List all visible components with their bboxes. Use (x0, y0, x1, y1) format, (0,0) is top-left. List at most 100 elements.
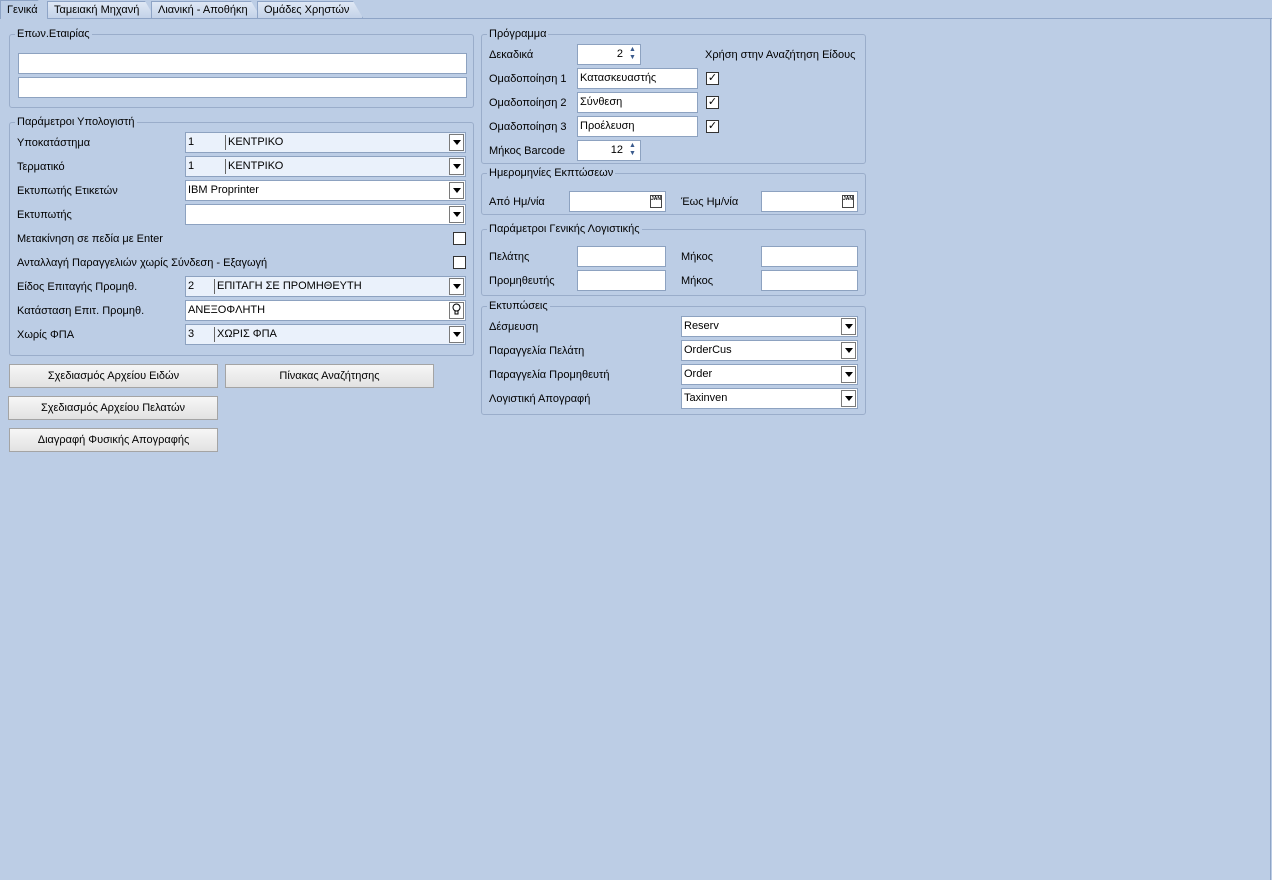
print-reserve-value: Reserv (684, 320, 719, 332)
items-file-design-button[interactable]: Σχεδιασμός Αρχείου Ειδών (9, 364, 218, 388)
terminal-separator (225, 159, 226, 174)
no-vat-separator (214, 327, 215, 342)
supplier-length-input[interactable] (761, 270, 858, 291)
decimals-label: Δεκαδικά (489, 49, 534, 61)
customer-account-input[interactable] (577, 246, 666, 267)
tab-general[interactable]: Γενικά (0, 0, 48, 19)
branch-desc: ΚΕΝΤΡΙΚΟ (228, 136, 284, 148)
lookup-table-button[interactable]: Πίνακας Αναζήτησης (225, 364, 434, 388)
customers-file-design-button[interactable]: Σχεδιασμός Αρχείου Πελατών (8, 396, 218, 420)
grouping-3-label: Ομαδοποίηση 3 (489, 121, 567, 133)
chevron-down-icon[interactable] (449, 182, 464, 199)
print-reserve-select[interactable]: Reserv (681, 316, 858, 337)
tab-retail-warehouse[interactable]: Λιανική - Αποθήκη (151, 1, 261, 18)
decimals-value: 2 (616, 48, 623, 60)
print-customer-order-select[interactable]: OrderCus (681, 340, 858, 361)
customer-account-label: Πελάτης (489, 251, 530, 263)
company-name-line1-input[interactable] (18, 53, 467, 74)
date-from-label: Από Ημ/νία (489, 196, 545, 208)
print-accounting-inventory-value: Taxinven (684, 392, 728, 404)
branch-combo[interactable]: 1 ΚΕΝΤΡΙΚΟ (185, 132, 466, 153)
date-to-label: Έως Ημ/νία (681, 196, 739, 208)
search-usage-label: Χρήση στην Αναζήτηση Είδους (705, 49, 856, 61)
chevron-down-icon[interactable] (841, 318, 856, 335)
discount-dates-group-title: Ημερομηνίες Εκπτώσεων (487, 167, 616, 180)
computer-params-group-title: Παράμετροι Υπολογιστή (15, 116, 137, 129)
grouping-1-input[interactable]: Κατασκευαστής (577, 68, 698, 89)
terminal-label: Τερματικό (17, 161, 65, 173)
supplier-cheque-type-label: Είδος Επιταγής Προμηθ. (17, 281, 138, 293)
terminal-desc: ΚΕΝΤΡΙΚΟ (228, 160, 284, 172)
delete-physical-inventory-button[interactable]: Διαγραφή Φυσικής Απογραφής (9, 428, 218, 452)
enter-move-checkbox[interactable] (453, 232, 466, 245)
grouping-2-checkbox[interactable]: ✓ (706, 96, 719, 109)
tab-bar-line (0, 18, 1272, 19)
date-to-input[interactable]: JAN (761, 191, 858, 212)
spin-icon[interactable]: ▲ ▼ (626, 46, 639, 63)
chevron-down-icon[interactable] (841, 366, 856, 383)
chevron-down-icon[interactable] (841, 342, 856, 359)
no-vat-combo[interactable]: 3 ΧΩΡΙΣ ΦΠΑ (185, 324, 466, 345)
chevron-down-icon[interactable] (449, 134, 464, 151)
supplier-cheque-type-combo[interactable]: 2 ΕΠΙΤΑΓΗ ΣΕ ΠΡΟΜΗΘΕΥΤΗ (185, 276, 466, 297)
print-supplier-order-label: Παραγγελία Προμηθευτή (489, 369, 610, 381)
terminal-combo[interactable]: 1 ΚΕΝΤΡΙΚΟ (185, 156, 466, 177)
grouping-2-input[interactable]: Σύνθεση (577, 92, 698, 113)
grouping-2-label: Ομαδοποίηση 2 (489, 97, 567, 109)
spin-icon[interactable]: ▲ ▼ (626, 142, 639, 159)
supplier-cheque-status-input[interactable]: ΑΝΕΞΟΦΛΗΤΗ (185, 300, 466, 321)
print-accounting-inventory-select[interactable]: Taxinven (681, 388, 858, 409)
printer-label: Εκτυπωτής (17, 209, 72, 221)
calendar-icon[interactable]: JAN (842, 195, 854, 208)
grouping-1-label: Ομαδοποίηση 1 (489, 73, 567, 85)
chevron-down-icon[interactable] (449, 326, 464, 343)
supplier-cheque-status-label: Κατάσταση Επιτ. Προμηθ. (17, 305, 145, 317)
label-printer-select[interactable]: IBM Proprinter (185, 180, 466, 201)
tab-user-groups[interactable]: Ομάδες Χρηστών (257, 1, 363, 18)
order-exchange-label: Ανταλλαγή Παραγγελιών χωρίς Σύνδεση - Εξ… (17, 257, 268, 269)
chevron-down-icon[interactable] (841, 390, 856, 407)
printer-select[interactable] (185, 204, 466, 225)
supplier-account-input[interactable] (577, 270, 666, 291)
grouping-3-input[interactable]: Προέλευση (577, 116, 698, 137)
calendar-icon[interactable]: JAN (650, 195, 662, 208)
date-from-input[interactable]: JAN (569, 191, 666, 212)
window-right-border (1270, 19, 1271, 880)
no-vat-code: 3 (188, 328, 195, 340)
order-exchange-checkbox[interactable] (453, 256, 466, 269)
chevron-down-icon[interactable] (449, 158, 464, 175)
print-reserve-label: Δέσμευση (489, 321, 539, 333)
no-vat-desc: ΧΩΡΙΣ ΦΠΑ (217, 328, 277, 340)
prints-group-title: Εκτυπώσεις (487, 300, 550, 313)
barcode-length-spinner[interactable]: 12 ▲ ▼ (577, 140, 641, 161)
chevron-down-icon[interactable] (449, 278, 464, 295)
bulb-icon[interactable] (449, 302, 464, 319)
print-customer-order-value: OrderCus (684, 344, 732, 356)
barcode-length-label: Μήκος Barcode (489, 145, 566, 157)
customer-length-label: Μήκος (681, 251, 714, 263)
branch-label: Υποκατάστημα (17, 137, 91, 149)
terminal-code: 1 (188, 160, 195, 172)
branch-separator (225, 135, 226, 150)
decimals-spinner[interactable]: 2 ▲ ▼ (577, 44, 641, 65)
grouping-1-checkbox[interactable]: ✓ (706, 72, 719, 85)
chevron-down-icon[interactable] (449, 206, 464, 223)
company-name-line2-input[interactable] (18, 77, 467, 98)
supplier-cheque-status-value: ΑΝΕΞΟΦΛΗΤΗ (188, 304, 266, 316)
tab-bar: Γενικά Ταμειακή Μηχανή Λιανική - Αποθήκη… (0, 0, 1272, 19)
print-supplier-order-select[interactable]: Order (681, 364, 858, 385)
print-accounting-inventory-label: Λογιστική Απογραφή (489, 393, 591, 405)
accounting-params-group-title: Παράμετροι Γενικής Λογιστικής (487, 223, 642, 236)
supplier-cheque-type-code: 2 (188, 280, 195, 292)
supplier-account-label: Προμηθευτής (489, 275, 555, 287)
supplier-cheque-type-separator (214, 279, 215, 294)
grouping-3-checkbox[interactable]: ✓ (706, 120, 719, 133)
print-customer-order-label: Παραγγελία Πελάτη (489, 345, 585, 357)
program-group-title: Πρόγραμμα (487, 28, 549, 41)
customer-length-input[interactable] (761, 246, 858, 267)
enter-move-label: Μετακίνηση σε πεδία με Enter (17, 233, 163, 245)
print-supplier-order-value: Order (684, 368, 713, 380)
tab-cash-register[interactable]: Ταμειακή Μηχανή (47, 1, 155, 18)
label-printer-value: IBM Proprinter (188, 184, 259, 196)
branch-code: 1 (188, 136, 195, 148)
